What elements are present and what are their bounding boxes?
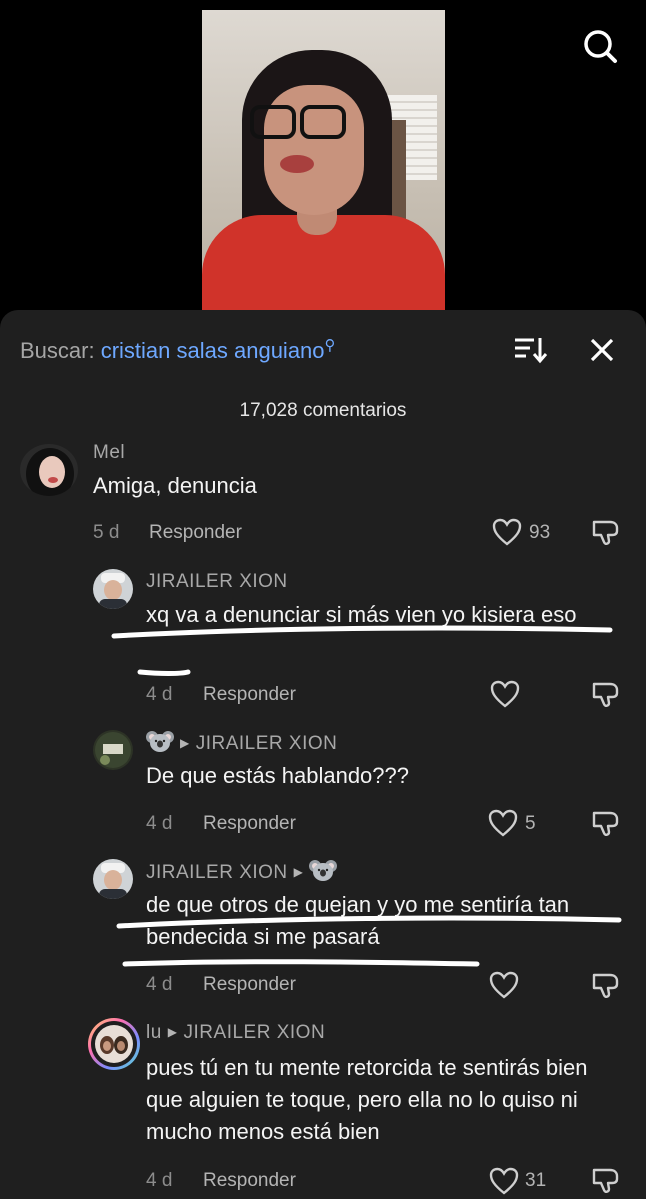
comments-header: Buscar: cristian salas anguiano⚲: [0, 310, 646, 390]
comment-username-text[interactable]: lu: [146, 1022, 162, 1043]
comment-item: JIRAILER XION xq va a denunciar si más v…: [0, 565, 646, 715]
comment-time: 4 d: [146, 684, 173, 705]
sort-icon[interactable]: [512, 334, 548, 366]
dislike-icon[interactable]: [590, 807, 622, 839]
close-icon[interactable]: [584, 332, 620, 368]
comment-text: xq va a denunciar si más vien yo kisiera…: [146, 602, 577, 627]
like-count: 93: [529, 522, 551, 543]
comment-text: de que otros de quejan y yo me sentiría …: [146, 892, 570, 949]
reply-to-username[interactable]: JIRAILER XION: [184, 1022, 326, 1043]
avatar[interactable]: [93, 569, 133, 609]
reply-arrow-icon: ▶: [293, 865, 304, 880]
search-icon[interactable]: [582, 28, 618, 64]
comment-text: Amiga, denuncia: [93, 473, 257, 498]
comment-time: 4 d: [146, 813, 173, 834]
search-suggestion[interactable]: Buscar: cristian salas anguiano⚲: [20, 337, 336, 364]
comment-item: lu ▶ JIRAILER XION pues tú en tu mente ret…: [0, 1018, 646, 1199]
comment-time: 4 d: [146, 974, 173, 995]
dislike-icon[interactable]: [590, 516, 622, 548]
heart-icon[interactable]: [489, 1167, 519, 1195]
video-person-glasses: [250, 105, 350, 141]
reply-button[interactable]: Responder: [203, 684, 296, 706]
heart-icon[interactable]: [489, 971, 519, 999]
search-label: Buscar:: [20, 338, 95, 363]
dislike-icon[interactable]: [590, 678, 622, 710]
reply-button[interactable]: Responder: [149, 522, 242, 544]
reply-arrow-icon: ▶: [180, 736, 190, 751]
reply-button[interactable]: Responder: [203, 813, 296, 835]
avatar[interactable]: [93, 859, 133, 899]
comment-username: lu ▶ JIRAILER XION: [146, 1022, 325, 1044]
heart-icon[interactable]: [488, 809, 518, 837]
comment-text: De que estás hablando???: [146, 763, 409, 788]
comment-time: 4 d: [146, 1170, 173, 1191]
heart-icon[interactable]: [490, 680, 520, 708]
video-thumbnail[interactable]: [202, 10, 445, 310]
video-person-lips: [280, 155, 314, 173]
heart-icon[interactable]: [492, 518, 522, 546]
dislike-icon[interactable]: [590, 1164, 622, 1196]
comment-username[interactable]: Mel: [93, 442, 125, 464]
comment-username: JIRAILER XION ▶: [146, 860, 338, 885]
like-count: 31: [525, 1170, 547, 1191]
avatar[interactable]: [93, 730, 133, 770]
comment-username: ▶ JIRAILER XION: [146, 731, 338, 756]
koala-emoji-icon: [146, 731, 174, 752]
comments-count: 17,028 comentarios: [239, 400, 407, 421]
like-count: 5: [525, 813, 536, 834]
comment-text: pues tú en tu mente retorcida te sentirá…: [146, 1055, 588, 1144]
reply-to-username[interactable]: JIRAILER XION: [196, 733, 338, 754]
dislike-icon[interactable]: [590, 969, 622, 1001]
reply-arrow-icon: ▶: [167, 1025, 178, 1039]
avatar[interactable]: [20, 444, 78, 496]
comment-username[interactable]: JIRAILER XION: [146, 571, 288, 593]
search-query-icon: ⚲: [324, 337, 336, 354]
comment-item: Mel Amiga, denuncia 5 d Responder 93: [0, 440, 646, 550]
avatar[interactable]: [88, 1018, 140, 1070]
comment-item: JIRAILER XION ▶ de que otros de quejan y …: [0, 857, 646, 1007]
video-preview-area: [0, 0, 646, 320]
comment-item: ▶ JIRAILER XION De que estás hablando??? …: [0, 728, 646, 848]
search-query-link[interactable]: cristian salas anguiano: [101, 338, 325, 363]
comment-username-text[interactable]: JIRAILER XION: [146, 862, 288, 883]
reply-button[interactable]: Responder: [203, 1170, 296, 1192]
koala-emoji-icon: [309, 860, 338, 881]
reply-button[interactable]: Responder: [203, 974, 296, 996]
comment-time: 5 d: [93, 522, 120, 543]
